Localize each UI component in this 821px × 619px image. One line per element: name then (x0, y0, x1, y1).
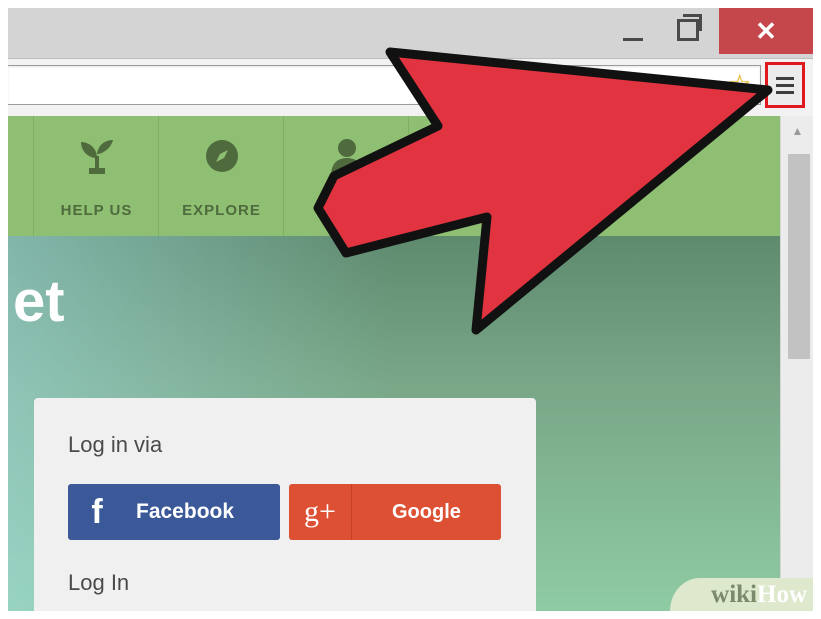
scroll-up-arrow-icon[interactable]: ▲ (781, 116, 813, 146)
facebook-button-label: Facebook (136, 500, 235, 523)
nav-item-help-us[interactable]: HELP US (33, 116, 159, 236)
login-card: Log in via f Facebook g+ Google Log In (34, 398, 536, 611)
nav-item-explore[interactable]: EXPLORE (158, 116, 284, 236)
google-login-button[interactable]: g+ Google (289, 484, 501, 540)
wikihow-watermark: wiki How (670, 578, 813, 611)
address-bar[interactable] (8, 65, 761, 105)
scrollbar-thumb[interactable] (788, 154, 810, 359)
site-nav-bar: HELP US EXPLORE (8, 116, 780, 236)
sprout-icon (77, 136, 117, 176)
google-plus-icon: g+ (289, 484, 352, 540)
window-title-bar: ✕ (8, 8, 813, 58)
browser-toolbar: ☆ (8, 58, 813, 118)
google-button-label: Google (392, 500, 461, 523)
login-via-label: Log in via (68, 432, 163, 457)
watermark-how: How (757, 580, 807, 608)
facebook-login-button[interactable]: f Facebook (68, 484, 280, 540)
hero-banner: et Log in via f Facebook g+ Google Log I… (8, 236, 780, 611)
close-icon: ✕ (755, 15, 777, 46)
hamburger-menu-icon (776, 76, 794, 80)
nav-label-explore: EXPLORE (182, 202, 261, 219)
vertical-scrollbar[interactable]: ▲ (780, 116, 813, 611)
minimize-button[interactable] (608, 8, 658, 52)
close-button[interactable]: ✕ (719, 8, 813, 54)
watermark-wiki: wiki (711, 580, 757, 608)
nav-item-profile[interactable] (283, 116, 409, 236)
restore-icon (677, 14, 702, 41)
maximize-button[interactable] (663, 8, 713, 52)
hero-title: et (13, 269, 65, 334)
compass-icon (204, 136, 240, 176)
user-icon (329, 136, 365, 176)
screenshot-frame: ✕ ☆ HELP US EXPLORE et Log in via f Face… (8, 8, 813, 611)
minimize-icon (623, 37, 643, 41)
chrome-menu-button[interactable] (765, 62, 805, 108)
nav-item-more[interactable] (408, 116, 534, 236)
bookmark-star-icon[interactable]: ☆ (728, 69, 751, 100)
nav-label-help-us: HELP US (60, 202, 133, 219)
facebook-icon: f (91, 492, 103, 531)
login-heading: Log In (68, 570, 130, 595)
